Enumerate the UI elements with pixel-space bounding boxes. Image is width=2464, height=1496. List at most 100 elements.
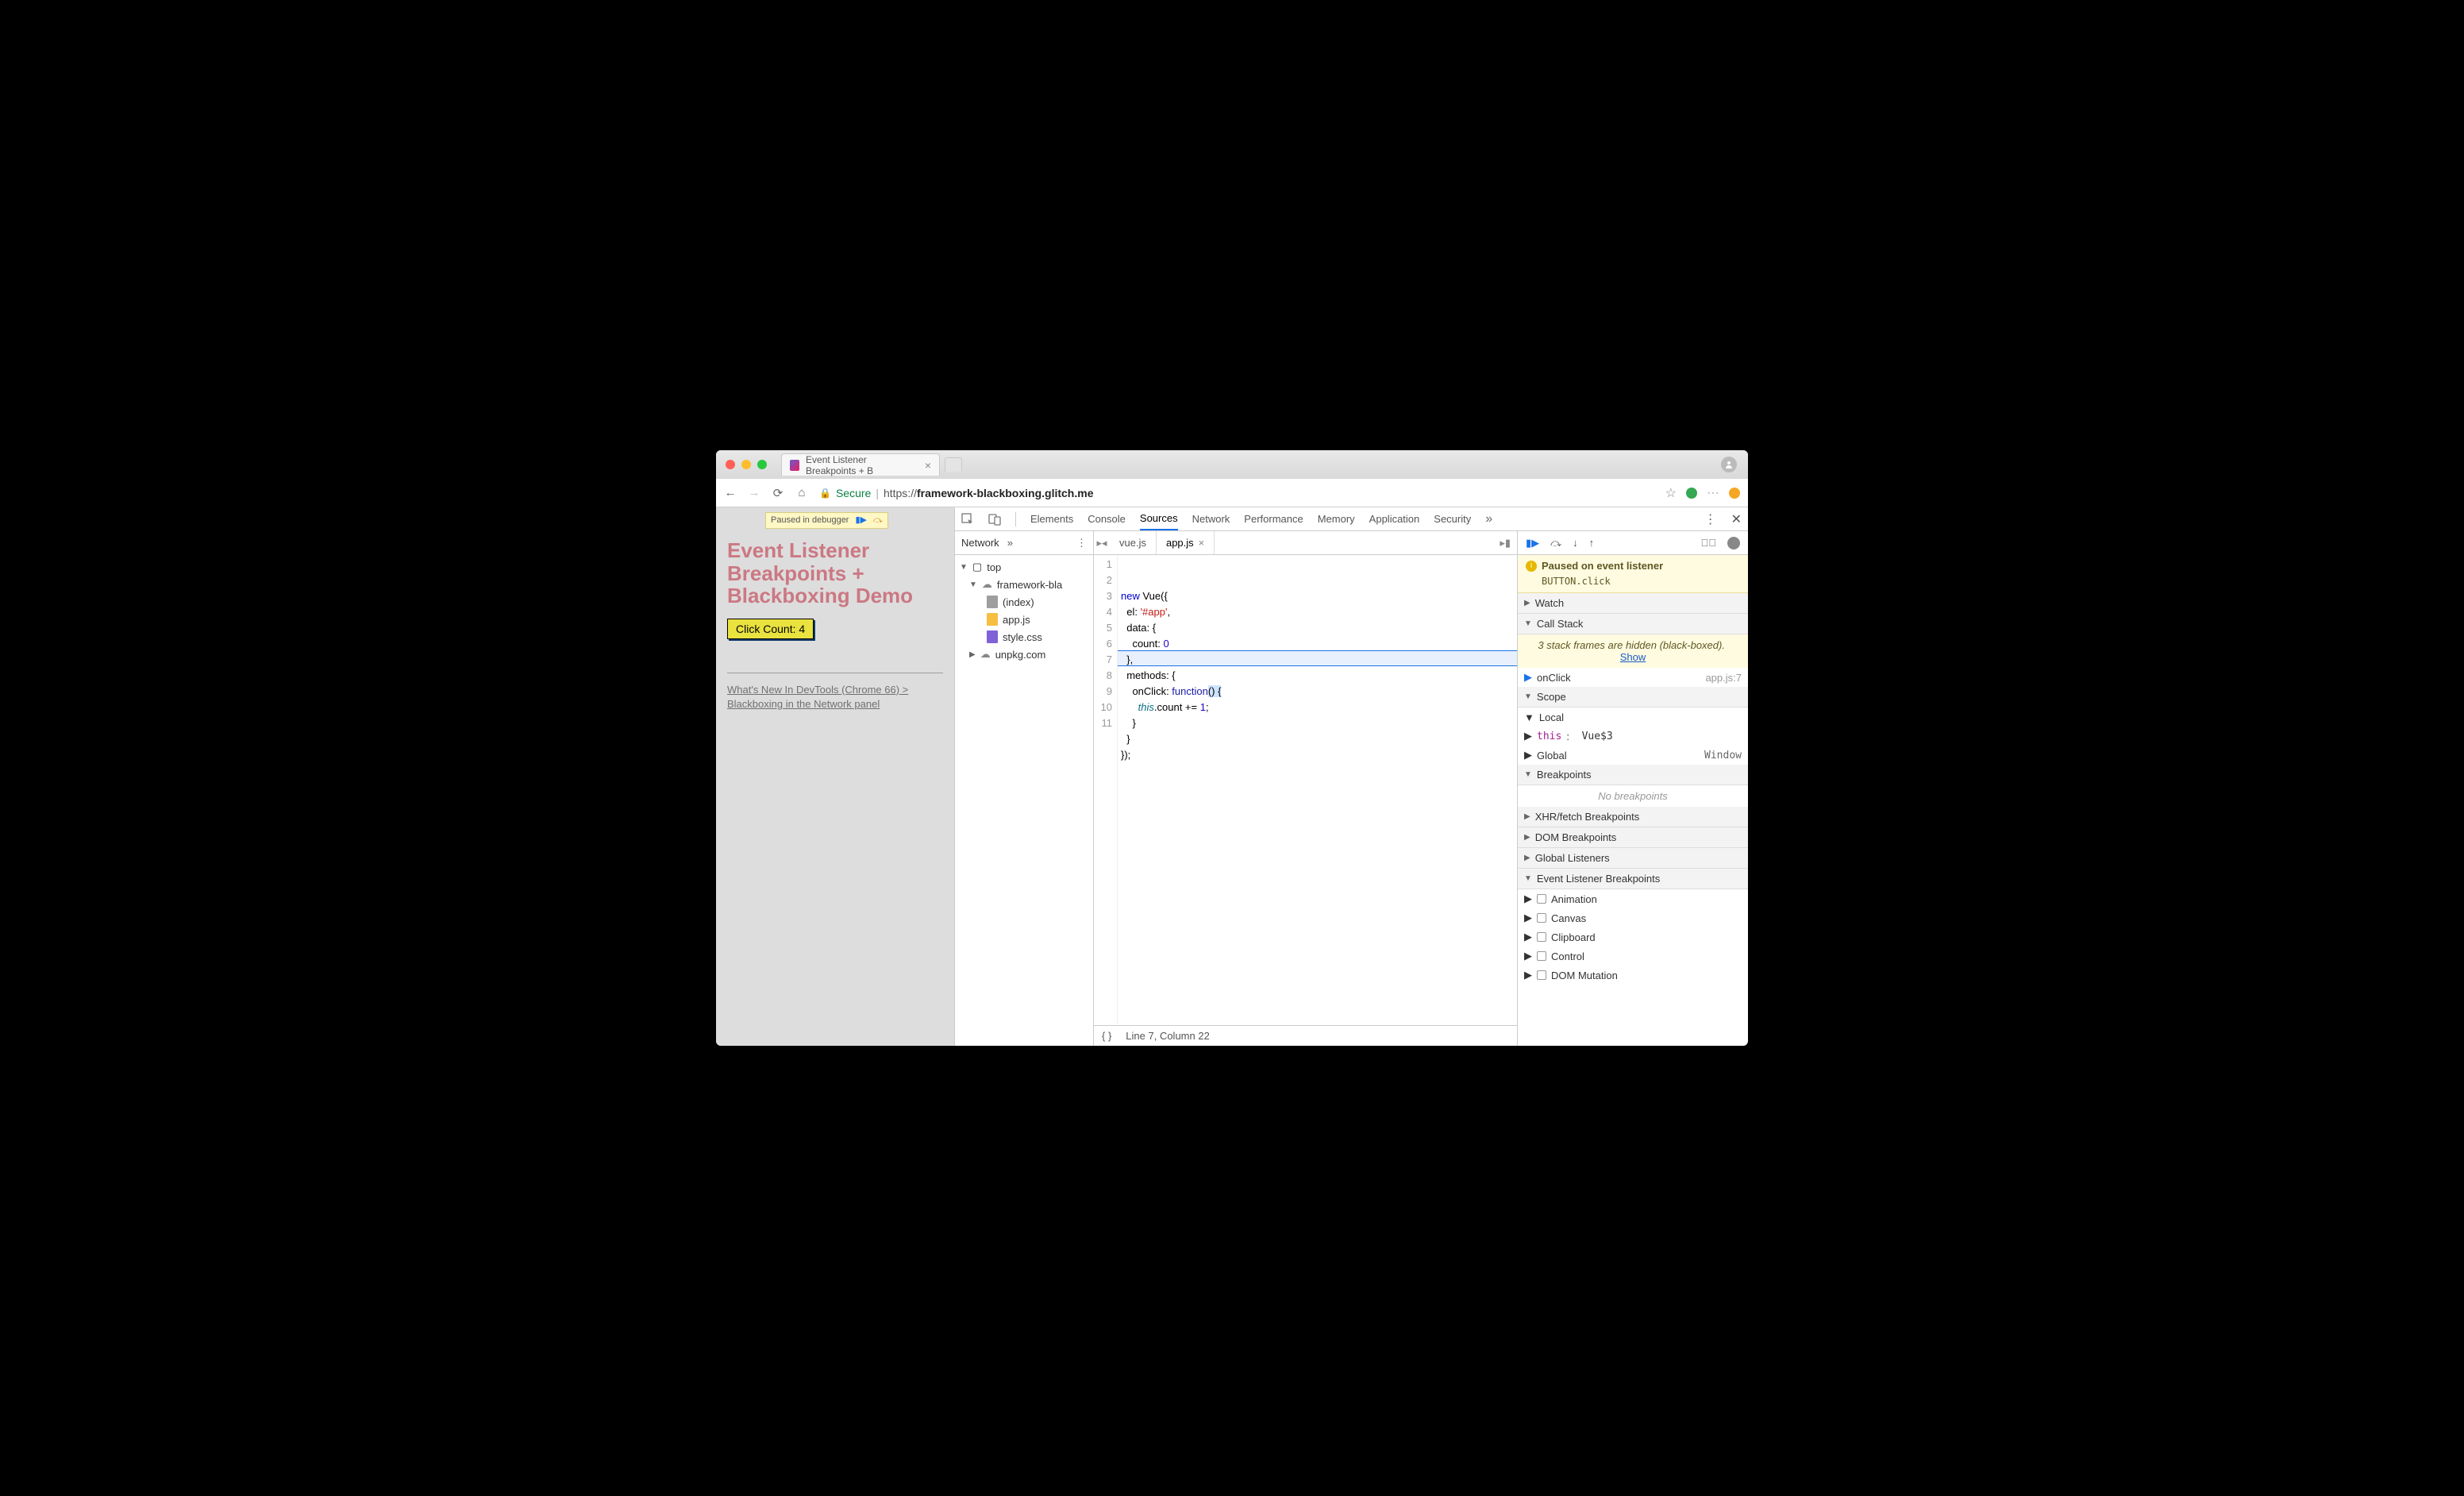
scope-local[interactable]: ▼Local — [1518, 708, 1748, 727]
tree-top[interactable]: ▼▢top — [955, 558, 1093, 576]
section-breakpoints[interactable]: ▼Breakpoints — [1518, 765, 1748, 785]
resume-icon[interactable]: ▮▶ — [855, 516, 867, 525]
section-dom[interactable]: ▶DOM Breakpoints — [1518, 827, 1748, 848]
toggle-navigator-icon[interactable]: ▸◂ — [1094, 537, 1110, 549]
secure-label: Secure — [836, 487, 871, 499]
tab-elements[interactable]: Elements — [1030, 508, 1073, 530]
section-xhr[interactable]: ▶XHR/fetch Breakpoints — [1518, 807, 1748, 827]
paused-banner: iPaused on event listener BUTTON.click — [1518, 555, 1748, 593]
navigator-tab[interactable]: Network — [961, 537, 999, 549]
browser-tab[interactable]: Event Listener Breakpoints + B × — [781, 453, 940, 476]
section-watch[interactable]: ▶Watch — [1518, 593, 1748, 614]
forward-button[interactable]: → — [748, 487, 760, 499]
evcat-clipboard[interactable]: ▶Clipboard — [1518, 927, 1748, 947]
extension-green-icon[interactable] — [1686, 488, 1697, 499]
checkbox[interactable] — [1537, 970, 1546, 980]
code-lines: new Vue({ el: '#app', data: { count: 0 }… — [1118, 555, 1517, 1025]
pause-on-exceptions-button[interactable] — [1727, 537, 1740, 549]
tab-sources[interactable]: Sources — [1140, 507, 1178, 530]
evcat-control[interactable]: ▶Control — [1518, 947, 1748, 966]
no-breakpoints-label: No breakpoints — [1518, 785, 1748, 807]
resume-button[interactable]: ▮▶ — [1526, 537, 1539, 549]
debugger-pane: ▮▶ ⤼ ↓ ↑ ⁍⃠ iPaused on event listener BU… — [1518, 531, 1748, 1046]
evcat-canvas[interactable]: ▶Canvas — [1518, 908, 1748, 927]
frame-icon: ▢ — [972, 561, 982, 573]
reload-button[interactable]: ⟳ — [772, 487, 784, 499]
close-tab-icon[interactable]: × — [925, 459, 931, 472]
minimize-window-button[interactable] — [741, 460, 751, 469]
content-area: Paused in debugger ▮▶ ⤼ Event Listener B… — [716, 507, 1748, 1046]
tab-performance[interactable]: Performance — [1244, 508, 1303, 530]
paused-in-debugger-pill: Paused in debugger ▮▶ ⤼ — [765, 512, 888, 529]
evcat-animation[interactable]: ▶Animation — [1518, 889, 1748, 908]
file-tab-vue[interactable]: vue.js — [1110, 531, 1157, 554]
scope-global[interactable]: ▶GlobalWindow — [1518, 746, 1748, 765]
code-editor[interactable]: 1234567891011 new Vue({ el: '#app', data… — [1094, 555, 1517, 1025]
debugger-controls: ▮▶ ⤼ ↓ ↑ ⁍⃠ — [1518, 531, 1748, 555]
section-global-listeners[interactable]: ▶Global Listeners — [1518, 848, 1748, 869]
back-button[interactable]: ← — [724, 487, 737, 499]
address-bar[interactable]: 🔒 Secure | https://framework-blackboxing… — [819, 487, 1654, 499]
inspect-element-icon[interactable] — [961, 513, 974, 526]
stack-frame[interactable]: ▶ onClick app.js:7 — [1518, 668, 1748, 687]
editor-statusbar: { } Line 7, Column 22 — [1094, 1025, 1517, 1046]
checkbox[interactable] — [1537, 932, 1546, 942]
section-callstack[interactable]: ▼Call Stack — [1518, 614, 1748, 634]
devtools-menu-icon[interactable]: ⋮ — [1704, 511, 1717, 527]
cloud-icon: ☁ — [980, 648, 991, 661]
tab-application[interactable]: Application — [1369, 508, 1420, 530]
deactivate-breakpoints-button[interactable]: ⁍⃠ — [1701, 537, 1717, 549]
zoom-window-button[interactable] — [757, 460, 767, 469]
tree-domain[interactable]: ▼☁framework-bla — [955, 576, 1093, 593]
checkbox[interactable] — [1537, 913, 1546, 923]
checkbox[interactable] — [1537, 894, 1546, 904]
extension-orange-icon[interactable] — [1729, 488, 1740, 499]
info-icon: i — [1526, 561, 1537, 572]
step-over-button[interactable]: ⤼ — [1550, 537, 1561, 549]
section-scope[interactable]: ▼Scope — [1518, 687, 1748, 708]
tree-unpkg[interactable]: ▶☁unpkg.com — [955, 646, 1093, 663]
tab-title: Event Listener Breakpoints + B — [806, 454, 918, 476]
pretty-print-icon[interactable]: { } — [1102, 1030, 1111, 1042]
extension-dots-icon[interactable]: ⋯ — [1707, 485, 1719, 501]
profile-avatar-icon[interactable] — [1721, 457, 1737, 472]
tab-network[interactable]: Network — [1192, 508, 1230, 530]
editor-pane: ▸◂ vue.js app.js× ▸▮ 1234567891011 new V… — [1094, 531, 1518, 1046]
click-count-button[interactable]: Click Count: 4 — [727, 619, 814, 639]
home-button[interactable]: ⌂ — [795, 487, 808, 499]
titlebar: Event Listener Breakpoints + B × — [716, 450, 1748, 479]
more-tabs-icon[interactable]: » — [1485, 512, 1492, 526]
tab-memory[interactable]: Memory — [1318, 508, 1355, 530]
browser-toolbar: ← → ⟳ ⌂ 🔒 Secure | https://framework-bla… — [716, 479, 1748, 507]
bookmark-star-icon[interactable]: ☆ — [1665, 485, 1677, 501]
blackbox-note: 3 stack frames are hidden (black-boxed).… — [1518, 634, 1748, 668]
checkbox[interactable] — [1537, 951, 1546, 961]
step-over-icon[interactable]: ⤼ — [873, 516, 883, 525]
tab-console[interactable]: Console — [1088, 508, 1126, 530]
file-tab-app[interactable]: app.js× — [1157, 531, 1215, 554]
lock-icon: 🔒 — [819, 488, 831, 499]
browser-window: Event Listener Breakpoints + B × ← → ⟳ ⌂… — [716, 450, 1748, 1046]
step-into-button[interactable]: ↓ — [1573, 537, 1578, 549]
tree-file-stylecss[interactable]: style.css — [955, 628, 1093, 646]
more-nav-tabs-icon[interactable]: » — [1007, 537, 1013, 549]
close-file-icon[interactable]: × — [1199, 537, 1205, 549]
page-link[interactable]: What's New In DevTools (Chrome 66) > Bla… — [727, 683, 943, 711]
new-tab-button[interactable] — [945, 457, 962, 472]
scope-this[interactable]: ▶this: Vue$3 — [1518, 727, 1748, 746]
page-heading: Event Listener Breakpoints + Blackboxing… — [727, 539, 943, 607]
show-frames-link[interactable]: Show — [1620, 651, 1646, 663]
section-event-listener-bp[interactable]: ▼Event Listener Breakpoints — [1518, 869, 1748, 889]
tree-file-index[interactable]: (index) — [955, 593, 1093, 611]
close-window-button[interactable] — [726, 460, 735, 469]
tab-security[interactable]: Security — [1434, 508, 1471, 530]
window-controls — [716, 460, 776, 469]
device-toggle-icon[interactable] — [988, 513, 1001, 526]
evcat-dom-mutation[interactable]: ▶DOM Mutation — [1518, 966, 1748, 985]
tree-file-appjs[interactable]: app.js — [955, 611, 1093, 628]
navigator-menu-icon[interactable]: ⋮ — [1076, 537, 1087, 549]
step-out-button[interactable]: ↑ — [1589, 537, 1595, 549]
current-frame-icon: ▶ — [1524, 671, 1532, 684]
toggle-debugger-pane-icon[interactable]: ▸▮ — [1500, 537, 1511, 549]
close-devtools-icon[interactable]: ✕ — [1731, 511, 1742, 527]
